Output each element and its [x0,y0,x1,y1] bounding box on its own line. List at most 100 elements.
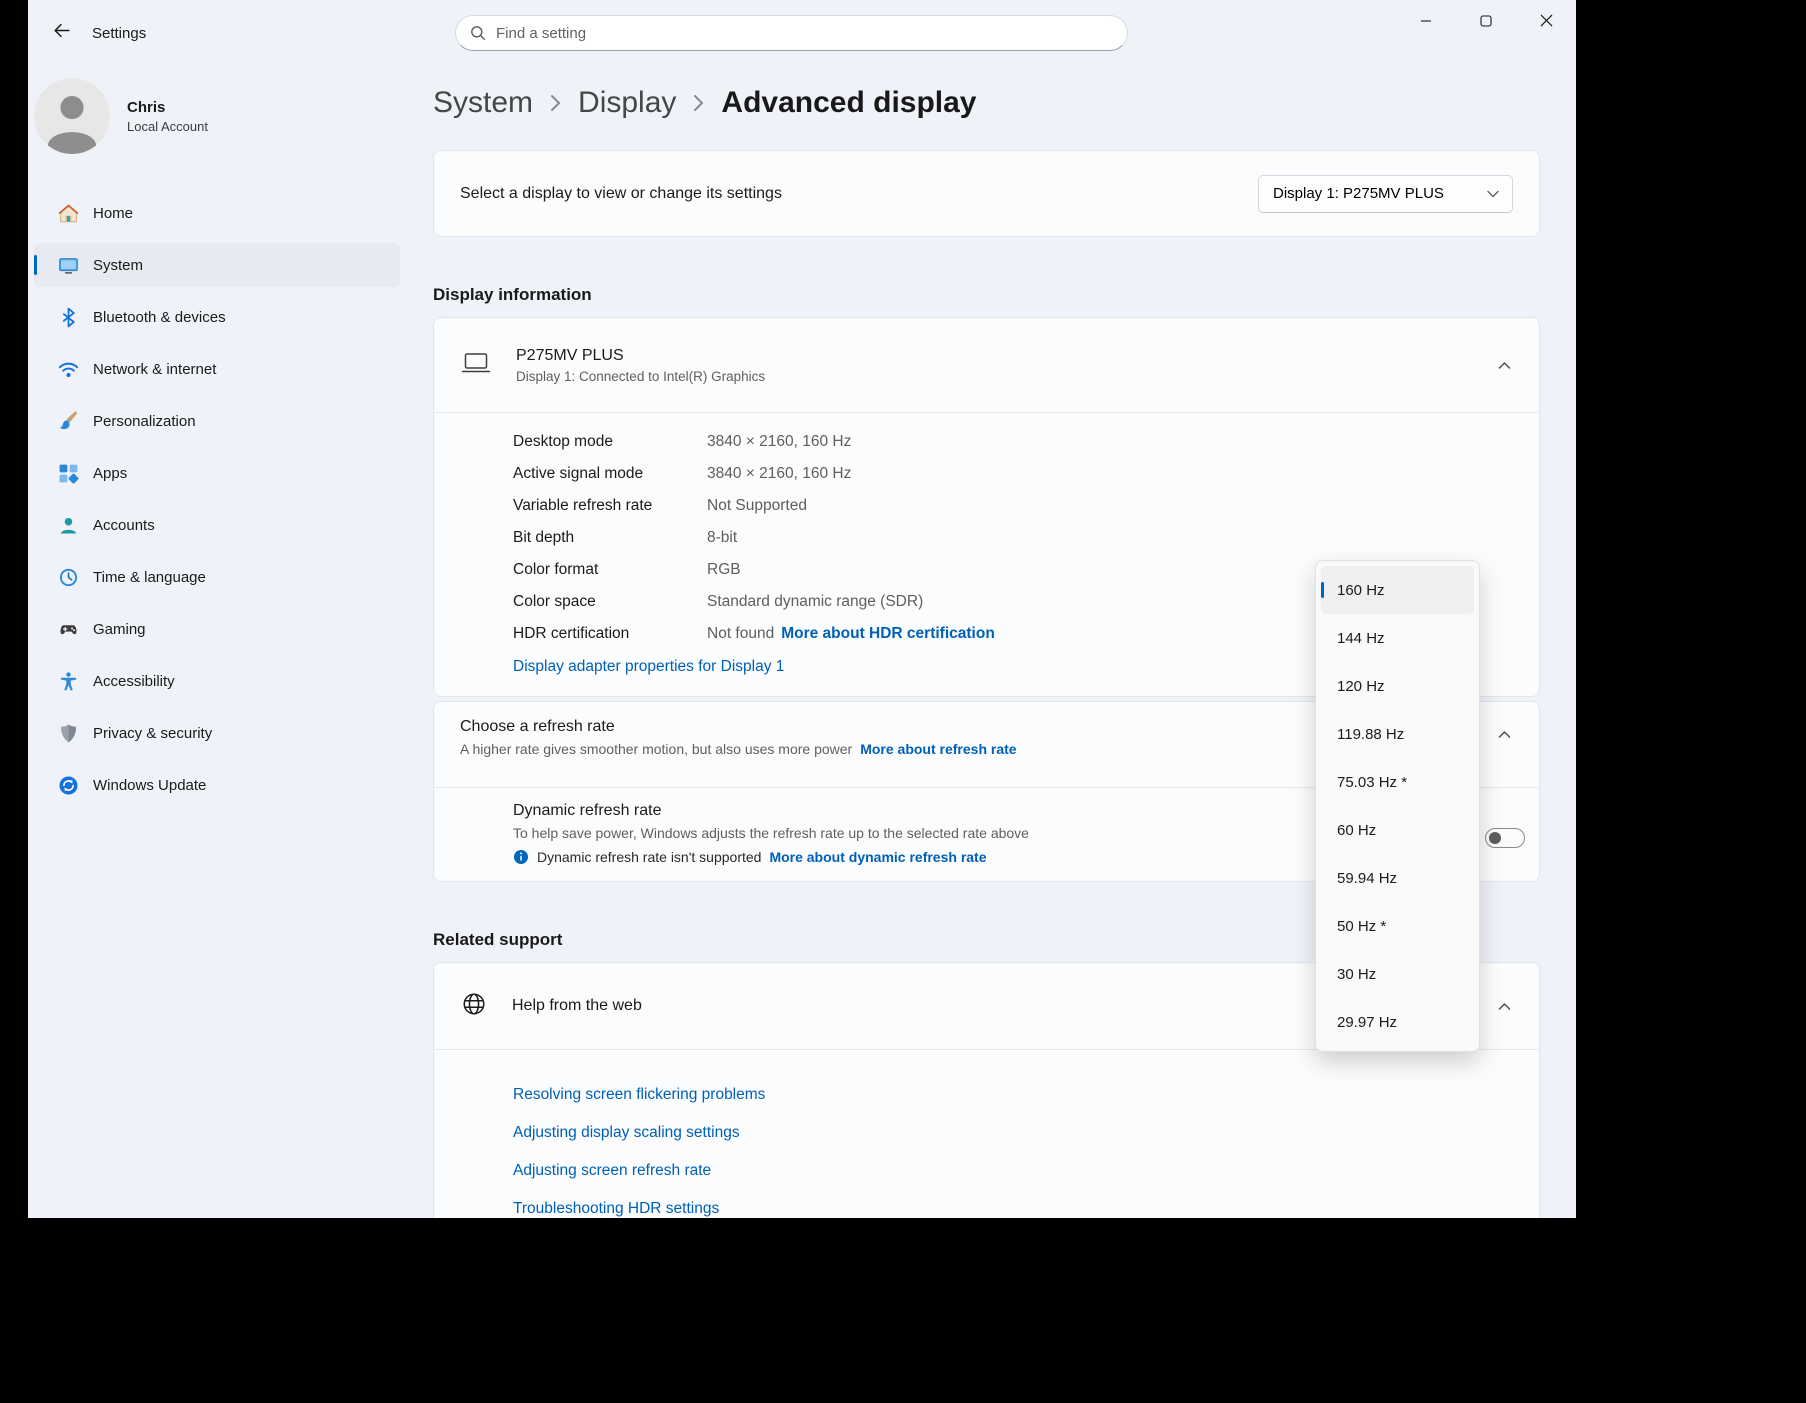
sidebar-item-label: Apps [93,465,127,482]
detail-row-variable-refresh-rate: Variable refresh rate Not Supported [513,490,1539,522]
chevron-down-icon [1487,185,1499,202]
avatar [34,78,110,154]
sidebar-item-accounts[interactable]: Accounts [34,503,400,547]
hdr-certification-link[interactable]: More about HDR certification [781,618,995,650]
display-select-dropdown[interactable]: Display 1: P275MV PLUS [1258,175,1513,213]
chevron-up-icon [1498,1002,1511,1011]
user-name: Chris [127,99,208,116]
back-arrow-icon [53,22,70,42]
app-title: Settings [92,25,146,42]
sidebar-item-home[interactable]: Home [34,191,400,235]
help-link-screen-refresh-rate[interactable]: Adjusting screen refresh rate [513,1152,1539,1190]
user-card[interactable]: Chris Local Account [34,78,430,154]
dropdown-option-29-97hz[interactable]: 29.97 Hz [1321,998,1474,1046]
refresh-rate-subtitle: A higher rate gives smoother motion, but… [460,741,852,757]
refresh-rate-dropdown-menu: 160 Hz 144 Hz 120 Hz 119.88 Hz 75.03 Hz … [1315,560,1480,1052]
display-information-heading: Display information [433,285,1540,305]
dropdown-option-60hz[interactable]: 60 Hz [1321,806,1474,854]
sidebar-item-label: System [93,257,143,274]
search-input[interactable] [496,25,1121,42]
detail-label: Color format [513,554,707,586]
maximize-button[interactable] [1456,0,1516,44]
detail-label: Desktop mode [513,426,707,458]
chevron-up-icon [1498,730,1511,739]
detail-value: Not found [707,618,774,650]
privacy-icon [58,723,79,744]
sidebar-item-personalization[interactable]: Personalization [34,399,400,443]
breadcrumb-system[interactable]: System [433,86,533,120]
sidebar-item-label: Network & internet [93,361,216,378]
sidebar-item-time-language[interactable]: Time & language [34,555,400,599]
windows-update-icon [58,775,79,796]
breadcrumb-display[interactable]: Display [578,86,676,120]
breadcrumb: System Display Advanced display [433,82,1540,124]
home-icon [58,203,79,224]
dropdown-option-50hz[interactable]: 50 Hz * [1321,902,1474,950]
info-icon [513,849,529,865]
sidebar-item-apps[interactable]: Apps [34,451,400,495]
sidebar-item-system[interactable]: System [34,243,400,287]
help-link-screen-flickering[interactable]: Resolving screen flickering problems [513,1076,1539,1114]
apps-icon [58,463,79,484]
sidebar-item-label: Accessibility [93,673,175,690]
toggle-knob [1489,832,1501,844]
detail-label: Color space [513,586,707,618]
sidebar-item-label: Gaming [93,621,146,638]
chevron-up-icon [1498,361,1511,370]
device-name: P275MV PLUS [516,347,765,365]
sidebar-item-gaming[interactable]: Gaming [34,607,400,651]
close-icon [1540,14,1553,30]
time-language-icon [58,567,79,588]
help-card-title: Help from the web [512,997,642,1015]
help-link-hdr-settings[interactable]: Troubleshooting HDR settings [513,1190,1539,1218]
accessibility-icon [58,671,79,692]
more-about-dynamic-refresh-rate-link[interactable]: More about dynamic refresh rate [769,849,986,865]
detail-value: 3840 × 2160, 160 Hz [707,458,851,490]
dropdown-option-160hz[interactable]: 160 Hz [1321,566,1474,614]
detail-value: 3840 × 2160, 160 Hz [707,426,851,458]
dropdown-option-119-88hz[interactable]: 119.88 Hz [1321,710,1474,758]
back-button[interactable] [42,16,80,48]
detail-value: Standard dynamic range (SDR) [707,586,923,618]
detail-label: HDR certification [513,618,707,650]
detail-value: 8-bit [707,522,737,554]
personalization-icon [58,411,79,432]
detail-value: RGB [707,554,741,586]
maximize-icon [1480,15,1492,30]
search-icon [470,25,486,41]
more-about-refresh-rate-link[interactable]: More about refresh rate [860,741,1016,757]
system-icon [58,255,79,276]
gaming-icon [58,619,79,640]
minimize-button[interactable] [1396,0,1456,44]
monitor-icon [461,352,491,379]
display-adapter-properties-link[interactable]: Display adapter properties for Display 1 [513,658,784,676]
dynamic-refresh-rate-toggle[interactable] [1485,828,1525,848]
dropdown-option-30hz[interactable]: 30 Hz [1321,950,1474,998]
detail-row-active-signal-mode: Active signal mode 3840 × 2160, 160 Hz [513,458,1539,490]
titlebar: Settings [28,0,1576,60]
close-button[interactable] [1516,0,1576,44]
sidebar-item-windows-update[interactable]: Windows Update [34,763,400,807]
network-icon [58,359,79,380]
dropdown-option-120hz[interactable]: 120 Hz [1321,662,1474,710]
status-text: Dynamic refresh rate isn't supported [537,849,761,865]
dropdown-option-59-94hz[interactable]: 59.94 Hz [1321,854,1474,902]
chevron-right-icon [550,86,561,120]
help-link-display-scaling[interactable]: Adjusting display scaling settings [513,1114,1539,1152]
select-display-card: Select a display to view or change its s… [433,150,1540,237]
sidebar-item-bluetooth-devices[interactable]: Bluetooth & devices [34,295,400,339]
display-information-expander[interactable]: P275MV PLUS Display 1: Connected to Inte… [434,318,1539,412]
sidebar: Chris Local Account Home System Bluetoot… [28,60,430,1218]
bluetooth-icon [58,307,79,328]
dropdown-option-75-03hz[interactable]: 75.03 Hz * [1321,758,1474,806]
select-display-label: Select a display to view or change its s… [460,185,782,203]
sidebar-item-network-internet[interactable]: Network & internet [34,347,400,391]
sidebar-item-privacy-security[interactable]: Privacy & security [34,711,400,755]
search-box [455,15,1128,51]
sidebar-item-label: Personalization [93,413,196,430]
page-title: Advanced display [721,86,976,120]
sidebar-item-label: Accounts [93,517,155,534]
globe-icon [461,991,487,1022]
sidebar-item-accessibility[interactable]: Accessibility [34,659,400,703]
dropdown-option-144hz[interactable]: 144 Hz [1321,614,1474,662]
